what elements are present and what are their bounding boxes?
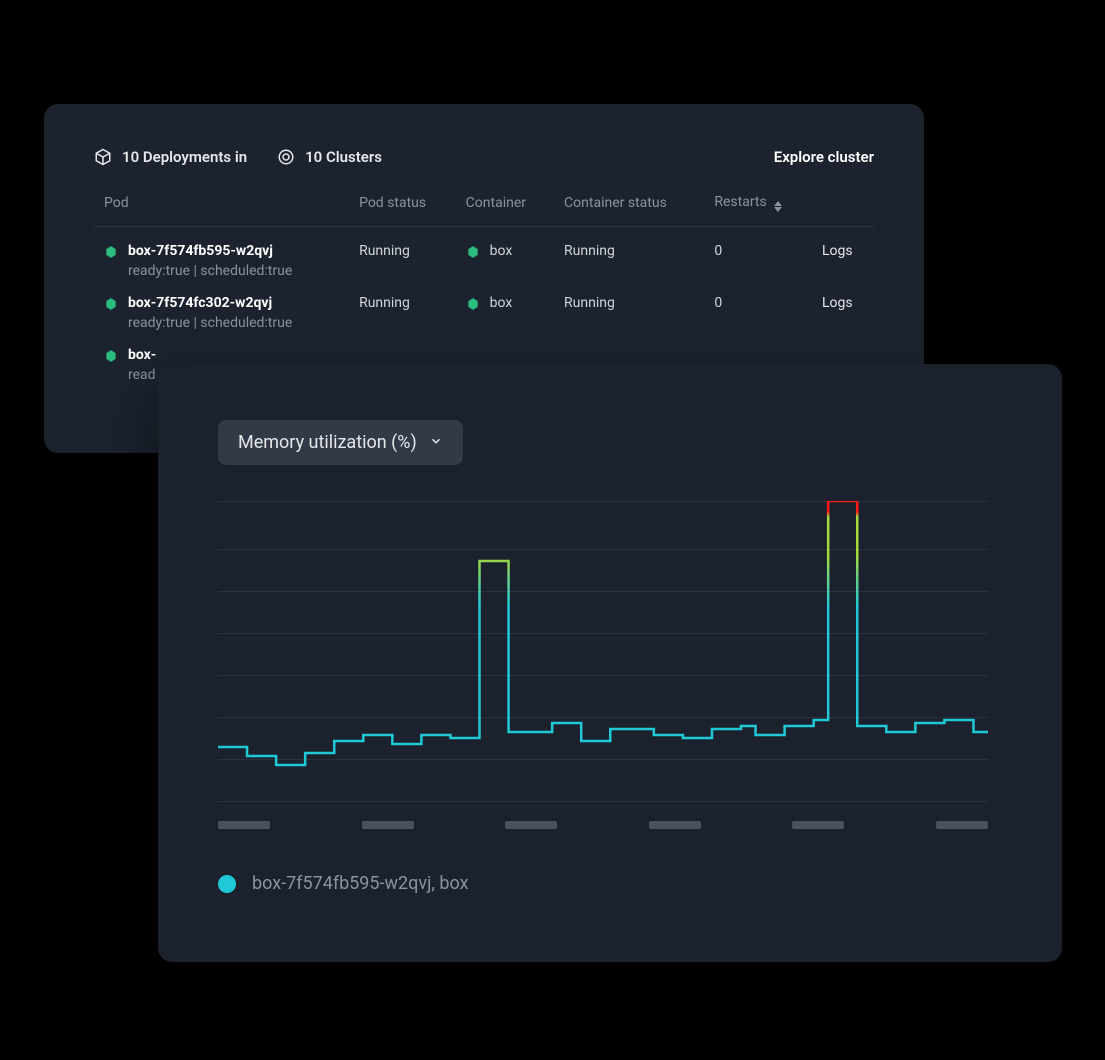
table-row[interactable]: box-7f574fc302-w2qvj ready:true | schedul… [94, 279, 874, 331]
pod-name: box- [128, 347, 156, 363]
pod-name: box-7f574fc302-w2qvj [128, 295, 292, 311]
cube-icon [94, 148, 112, 166]
deployments-count: 10 Deployments in [94, 148, 247, 166]
table-row[interactable]: box-7f574fb595-w2qvj ready:true | schedul… [94, 227, 874, 280]
x-tick [792, 821, 844, 829]
hexagon-icon [466, 297, 480, 311]
col-container-status: Container status [554, 194, 704, 227]
logs-link[interactable]: Logs [822, 243, 853, 259]
container-name: box [490, 243, 513, 259]
col-pod-status: Pod status [349, 194, 456, 227]
pod-substatus: read [128, 367, 156, 383]
hexagon-icon [104, 349, 118, 363]
col-container: Container [456, 194, 554, 227]
hexagon-icon [104, 297, 118, 311]
clusters-label: 10 Clusters [305, 148, 382, 166]
metric-panel: Memory utilization (%) box-7f574fb595-w2… [158, 364, 1062, 962]
container-status: Running [554, 279, 704, 331]
logs-link[interactable]: Logs [822, 295, 853, 311]
memory-chart [218, 501, 988, 801]
sort-icon [774, 201, 782, 212]
pods-table: Pod Pod status Container Container statu… [94, 194, 874, 383]
col-restarts[interactable]: Restarts [704, 194, 812, 227]
x-tick [218, 821, 270, 829]
x-tick [649, 821, 701, 829]
col-logs [812, 194, 874, 227]
metric-selector[interactable]: Memory utilization (%) [218, 420, 463, 465]
clusters-count: 10 Clusters [277, 148, 382, 166]
hexagon-icon [466, 245, 480, 259]
explore-cluster-link[interactable]: Explore cluster [774, 148, 874, 166]
pod-name: box-7f574fb595-w2qvj [128, 243, 292, 259]
deployments-label: 10 Deployments in [122, 148, 247, 166]
metric-selector-label: Memory utilization (%) [238, 432, 417, 453]
x-tick [505, 821, 557, 829]
x-tick [362, 821, 414, 829]
hexagon-icon [104, 245, 118, 259]
pod-status: Running [349, 227, 456, 280]
panel-header: 10 Deployments in 10 Clusters Explore cl… [94, 148, 874, 166]
container-name: box [490, 295, 513, 311]
restarts-count: 0 [704, 279, 812, 331]
x-tick [936, 821, 988, 829]
col-pod: Pod [94, 194, 349, 227]
pod-substatus: ready:true | scheduled:true [128, 315, 292, 331]
x-axis-ticks [218, 821, 988, 829]
chevron-down-icon [429, 432, 443, 453]
chart-legend: box-7f574fb595-w2qvj, box [218, 873, 1002, 894]
target-icon [277, 148, 295, 166]
pod-status: Running [349, 279, 456, 331]
container-status: Running [554, 227, 704, 280]
legend-dot-icon [218, 875, 236, 893]
legend-label: box-7f574fb595-w2qvj, box [252, 873, 469, 894]
restarts-count: 0 [704, 227, 812, 280]
pod-substatus: ready:true | scheduled:true [128, 263, 292, 279]
